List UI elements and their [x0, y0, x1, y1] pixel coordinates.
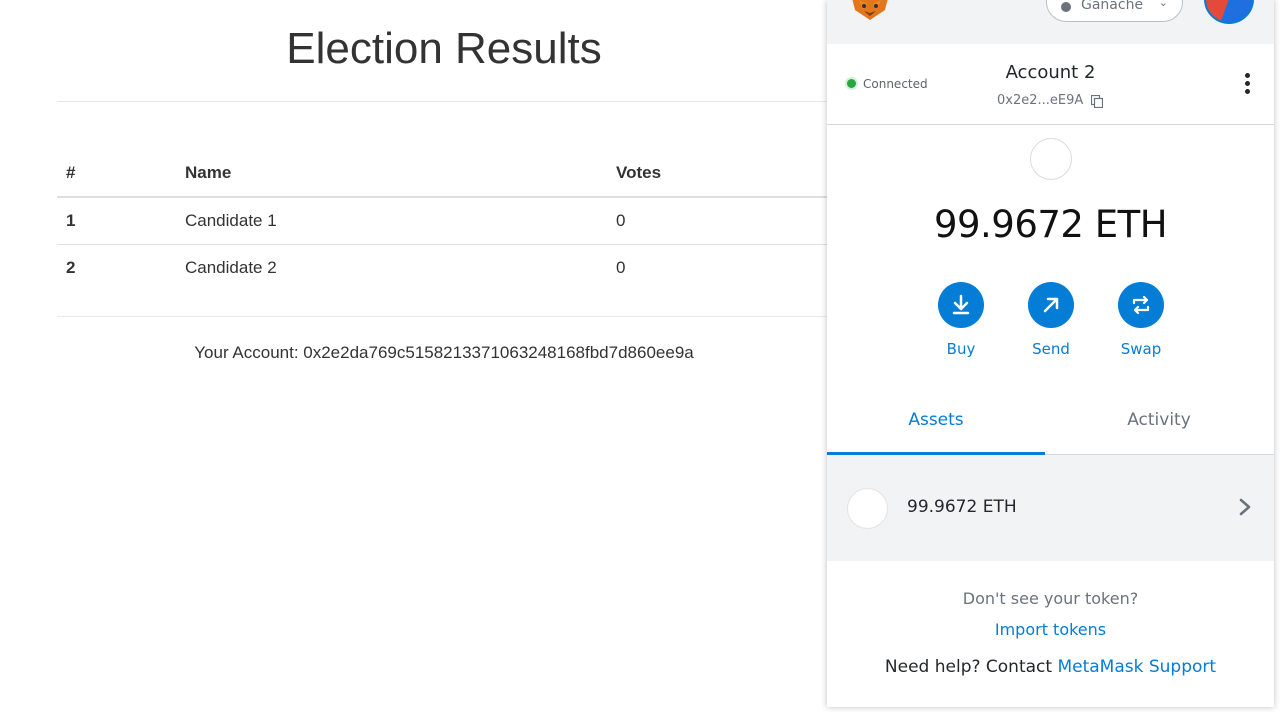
buy-button[interactable]: Buy — [921, 282, 1001, 358]
swap-label: Swap — [1120, 340, 1162, 358]
network-label: Ganache — [1081, 0, 1144, 13]
candidate-name: Candidate 1 — [176, 197, 607, 245]
help-text: Need help? Contact MetaMask Support — [827, 657, 1274, 677]
dont-see-token-text: Don't see your token? — [962, 589, 1139, 608]
swap-icon — [1132, 295, 1150, 315]
your-account-text: Your Account: 0x2e2da769c515821337106324… — [194, 343, 694, 362]
tab-assets[interactable]: Assets — [827, 392, 1045, 455]
account-bar: Connected Account 2 0x2e2...eE9A — [827, 44, 1274, 125]
eth-token-icon — [1030, 138, 1072, 180]
network-selector[interactable]: Ganache ⌄ — [1046, 0, 1183, 22]
copy-icon[interactable] — [1091, 95, 1103, 108]
asset-list-item[interactable]: 99.9672 ETH — [827, 455, 1274, 561]
help-prefix: Need help? Contact — [884, 657, 1053, 677]
results-table: # Name Votes 1 Candidate 1 0 2 Candidate… — [57, 150, 887, 291]
column-header-name: Name — [176, 150, 607, 198]
table-row: 1 Candidate 1 0 — [57, 197, 887, 245]
fox-logo-icon[interactable] — [849, 0, 891, 20]
asset-amount: 99.9672 ETH — [907, 497, 1017, 517]
swap-button[interactable]: Swap — [1101, 282, 1181, 358]
account-name: Account 2 — [1005, 62, 1096, 83]
metamask-support-link[interactable]: MetaMask Support — [1057, 657, 1216, 677]
table-header-row: # Name Votes — [57, 150, 887, 198]
metamask-header: Ganache ⌄ — [827, 0, 1274, 44]
metamask-popup: Ganache ⌄ Connected Account 2 0x2e2...eE… — [827, 0, 1274, 707]
send-button[interactable]: Send — [1011, 282, 1091, 358]
candidate-name: Candidate 2 — [185, 258, 277, 277]
table-row: 2 Candidate 2 0 — [57, 245, 887, 292]
kebab-menu-icon[interactable] — [1243, 73, 1251, 97]
chevron-right-icon — [1239, 498, 1251, 516]
send-label: Send — [1032, 340, 1070, 358]
table-divider — [57, 316, 887, 317]
download-icon — [952, 294, 970, 315]
title-divider — [57, 101, 887, 102]
balance-display: 99.9672 ETH — [933, 203, 1168, 246]
account-address[interactable]: 0x2e2...eE9A — [997, 93, 1083, 108]
network-dot-icon — [1061, 2, 1071, 12]
account-avatar[interactable] — [1204, 0, 1254, 24]
send-arrow-icon — [1043, 297, 1059, 313]
import-tokens-link[interactable]: Import tokens — [827, 620, 1274, 639]
candidate-id: 1 — [57, 197, 176, 245]
chevron-down-icon: ⌄ — [1158, 0, 1168, 9]
buy-label: Buy — [946, 340, 976, 358]
eth-asset-icon — [847, 488, 888, 529]
page-title: Election Results — [286, 24, 602, 73]
column-header-number: # — [57, 150, 176, 198]
candidate-id: 2 — [66, 258, 76, 277]
tab-bar: Assets Activity — [827, 392, 1274, 455]
tab-activity[interactable]: Activity — [1050, 392, 1268, 452]
